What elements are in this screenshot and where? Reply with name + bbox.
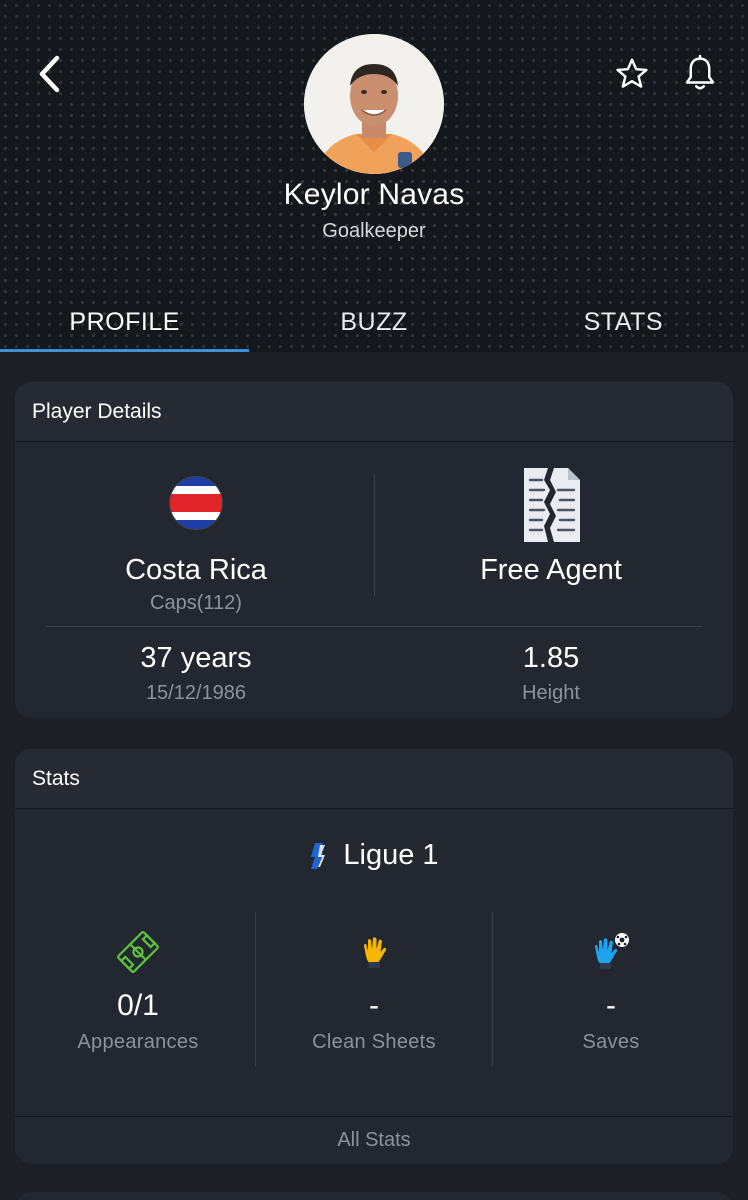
pitch-icon bbox=[117, 931, 159, 973]
torn-contract-icon bbox=[524, 468, 580, 542]
clean-sheets-label: Clean Sheets bbox=[312, 1031, 436, 1053]
ligue1-logo-icon bbox=[311, 842, 326, 869]
profile-tabs: PROFILE BUZZ STATS bbox=[0, 292, 748, 352]
tab-profile[interactable]: PROFILE bbox=[0, 292, 250, 352]
costa-rica-flag-icon bbox=[170, 477, 222, 529]
details-divider-horizontal bbox=[46, 626, 702, 627]
back-button[interactable] bbox=[28, 52, 72, 96]
saves-label: Saves bbox=[582, 1031, 640, 1053]
caps-count: Caps(112) bbox=[150, 592, 242, 614]
league-name: Ligue 1 bbox=[343, 839, 439, 871]
player-position: Goalkeeper bbox=[322, 220, 426, 242]
clean-sheets-value: - bbox=[369, 989, 379, 1022]
player-details-title: Player Details bbox=[15, 382, 733, 442]
stat-clean-sheets: - Clean Sheets bbox=[255, 909, 493, 1069]
country-name: Costa Rica bbox=[125, 554, 267, 586]
glove-ball-icon bbox=[595, 933, 629, 969]
tab-buzz[interactable]: BUZZ bbox=[249, 292, 498, 352]
height-label: Height bbox=[522, 682, 580, 704]
tab-stats[interactable]: STATS bbox=[499, 292, 748, 352]
all-stats-button[interactable]: All Stats bbox=[15, 1116, 733, 1164]
league-selector[interactable]: Ligue 1 bbox=[15, 839, 733, 872]
bell-icon bbox=[685, 54, 715, 90]
notifications-button[interactable] bbox=[678, 52, 722, 96]
star-icon bbox=[616, 58, 648, 88]
saves-value: - bbox=[606, 989, 616, 1022]
chevron-left-icon bbox=[39, 55, 60, 93]
height-value: 1.85 bbox=[522, 642, 580, 674]
birth-date: 15/12/1986 bbox=[145, 682, 247, 704]
stats-card: Stats Ligue 1 0/1 Appearances - Clean Sh… bbox=[15, 749, 733, 1164]
stat-appearances: 0/1 Appearances bbox=[19, 909, 257, 1069]
player-avatar bbox=[304, 34, 444, 174]
contract-status: Free Agent bbox=[480, 554, 622, 586]
appearances-value: 0/1 bbox=[117, 989, 159, 1022]
stats-title: Stats bbox=[15, 749, 733, 809]
glove-icon bbox=[364, 937, 387, 968]
next-card-edge bbox=[15, 1192, 733, 1200]
appearances-label: Appearances bbox=[77, 1031, 199, 1053]
player-age: 37 years bbox=[140, 642, 252, 674]
player-name: Keylor Navas bbox=[283, 178, 465, 211]
stat-saves: - Saves bbox=[492, 909, 730, 1069]
player-details-card: Player Details Costa Rica Caps(112) Free… bbox=[15, 382, 733, 718]
favorite-button[interactable] bbox=[612, 54, 652, 94]
